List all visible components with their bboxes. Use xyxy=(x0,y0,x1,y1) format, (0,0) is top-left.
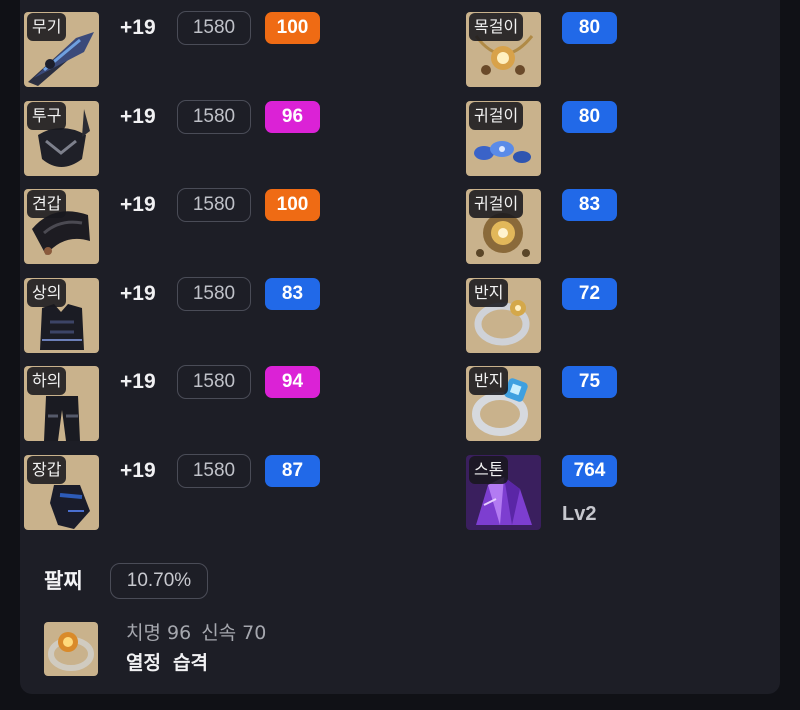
quality-badge: 100 xyxy=(265,12,320,44)
bracelet-title: 팔찌 xyxy=(44,569,83,593)
quality-badge: 87 xyxy=(265,454,320,487)
slot-label: 귀걸이 xyxy=(469,190,524,218)
quality-badge: 94 xyxy=(265,366,320,398)
item-level-badge: 1580 xyxy=(177,11,251,45)
bracelet-stat: 신속 70 xyxy=(201,622,267,644)
slot-label: 귀걸이 xyxy=(469,101,524,130)
item-level-badge: 1580 xyxy=(177,188,251,222)
slot-label: 장갑 xyxy=(27,455,67,484)
quality-badge: 75 xyxy=(562,366,617,398)
bracelet-stat: 치명 96 xyxy=(126,622,192,644)
bracelet-effects: 열정 습격 xyxy=(126,650,208,676)
enhance-level: +19 xyxy=(120,16,156,39)
enhance-level: +19 xyxy=(120,370,156,393)
slot-label: 목걸이 xyxy=(469,13,524,41)
slot-label: 반지 xyxy=(469,367,509,395)
quality-badge: 83 xyxy=(265,277,320,310)
item-level-badge: 1580 xyxy=(177,276,251,311)
quality-badge: 100 xyxy=(265,189,320,221)
slot-label: 무기 xyxy=(27,13,67,41)
enhance-level: +19 xyxy=(120,193,156,216)
bracelet-effect: 습격 xyxy=(172,652,208,674)
enhance-level: +19 xyxy=(120,104,156,128)
quality-badge: 83 xyxy=(562,189,617,221)
item-level-badge: 1580 xyxy=(177,99,251,134)
slot-label: 견갑 xyxy=(27,190,67,218)
quality-badge: 72 xyxy=(562,277,617,310)
quality-badge: 80 xyxy=(562,12,617,44)
enhance-level: +19 xyxy=(120,281,156,305)
item-level-badge: 1580 xyxy=(177,453,251,488)
quality-badge: 96 xyxy=(265,100,320,133)
item-level-badge: 1580 xyxy=(177,365,251,399)
slot-label: 반지 xyxy=(469,278,509,307)
stone-value-badge: 764 xyxy=(562,454,617,487)
quality-badge: 80 xyxy=(562,100,617,133)
bracelet-icon[interactable] xyxy=(44,622,98,676)
slot-label: 하의 xyxy=(27,367,67,395)
slot-label: 투구 xyxy=(27,101,67,130)
stone-level: Lv2 xyxy=(562,502,597,525)
slot-label: 스톤 xyxy=(469,455,509,484)
enhance-level: +19 xyxy=(120,458,156,482)
bracelet-stats: 치명 96 신속 70 xyxy=(126,621,266,645)
bracelet-percent-badge: 10.70% xyxy=(110,563,208,599)
slot-label: 상의 xyxy=(27,278,67,307)
bracelet-effect: 열정 xyxy=(126,652,161,674)
